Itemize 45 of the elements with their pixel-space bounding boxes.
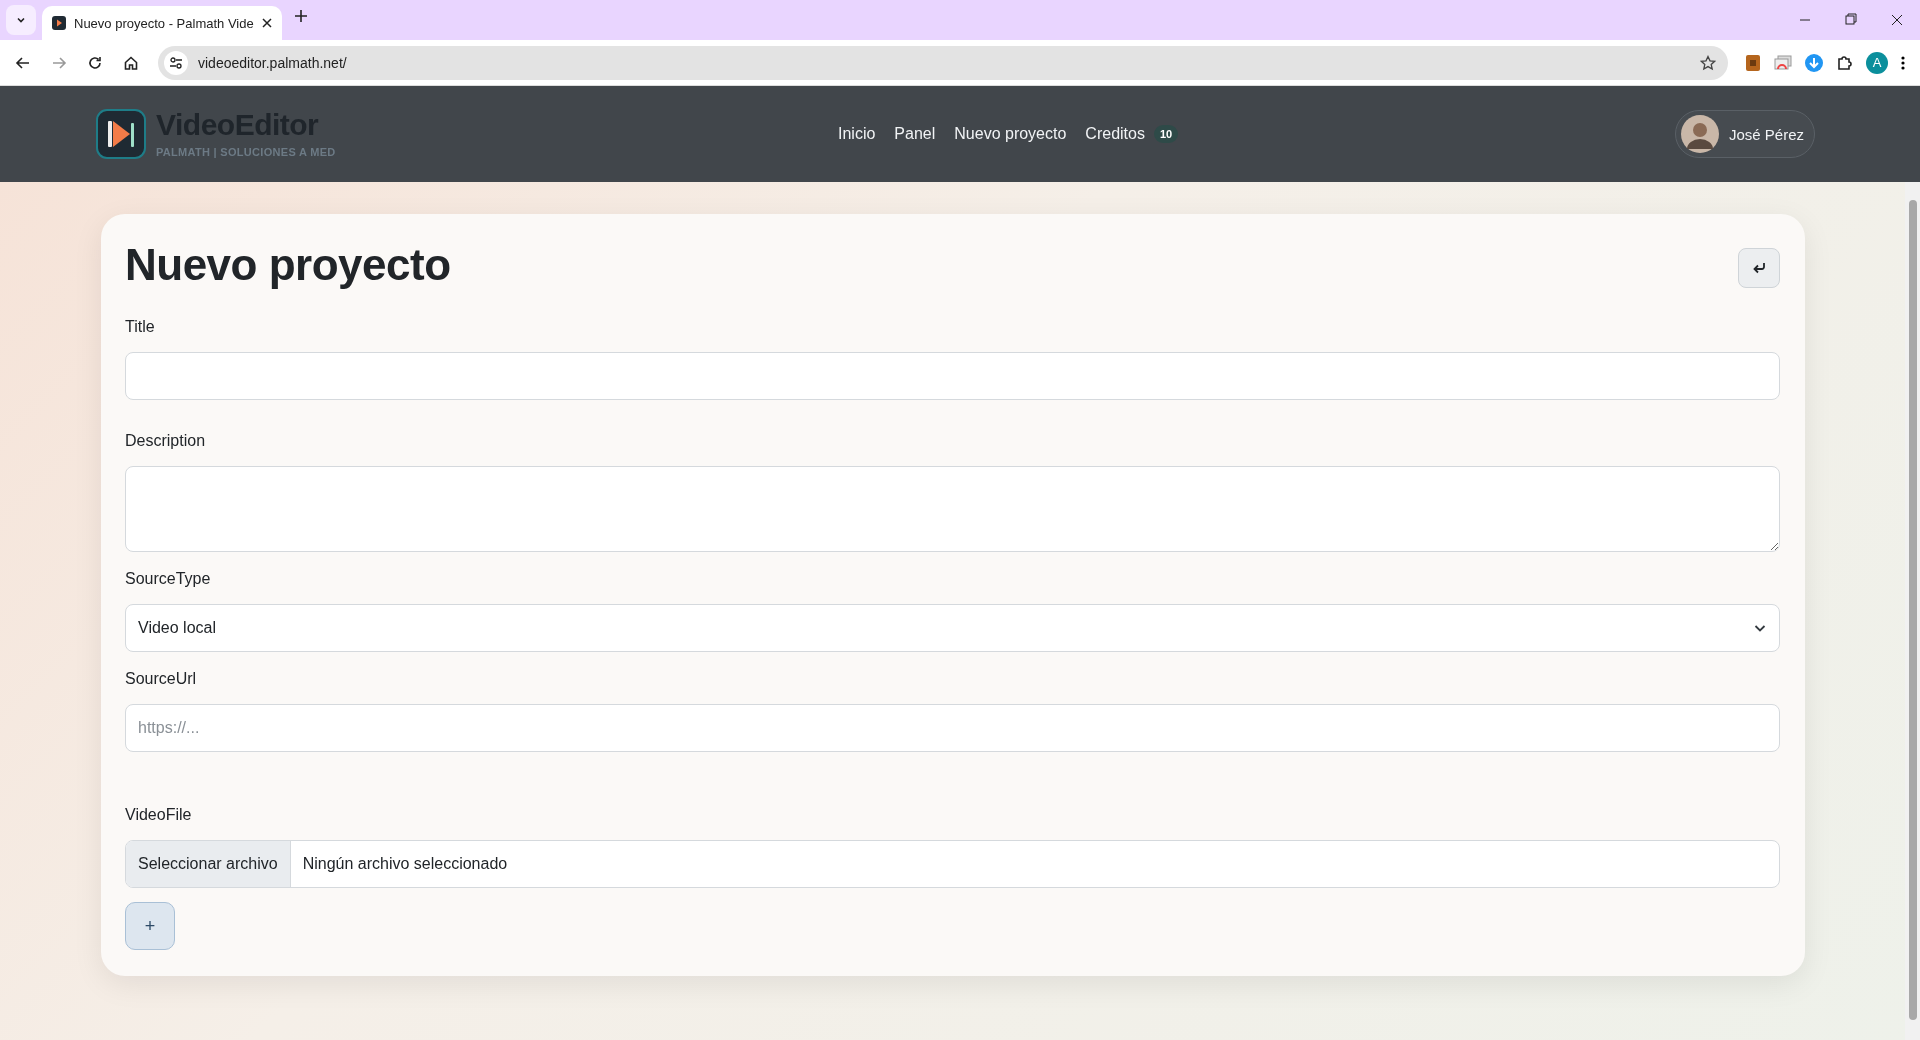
user-menu[interactable]: José Pérez bbox=[1674, 110, 1815, 158]
choose-file-button[interactable]: Seleccionar archivo bbox=[126, 841, 291, 887]
reload-icon[interactable] bbox=[87, 54, 103, 71]
profile-avatar[interactable]: A bbox=[1866, 51, 1888, 74]
brand-tagline: PALMATH | SOLUCIONES A MED bbox=[156, 146, 336, 158]
star-icon[interactable] bbox=[1700, 54, 1716, 71]
field-label: Title bbox=[125, 318, 156, 336]
field-label: Description bbox=[125, 432, 207, 450]
download-icon[interactable] bbox=[1804, 52, 1824, 73]
field-label: SourceUrl bbox=[125, 670, 198, 688]
textarea-field[interactable] bbox=[125, 466, 1780, 552]
file-status: Ningún archivo seleccionado bbox=[301, 854, 509, 874]
field-label: SourceType bbox=[125, 570, 212, 588]
user-name: José Pérez bbox=[1728, 125, 1804, 143]
nav-link[interactable]: Nuevo proyecto bbox=[954, 125, 1067, 143]
text-field[interactable] bbox=[125, 352, 1780, 400]
nav-link[interactable]: Creditos bbox=[1085, 125, 1145, 143]
favicon-icon bbox=[52, 16, 66, 30]
back-button[interactable] bbox=[1738, 248, 1780, 288]
logo-icon bbox=[96, 109, 146, 159]
browser-tab[interactable]: Nuevo proyecto - Palmath Vide bbox=[42, 6, 282, 40]
book-extension-icon[interactable] bbox=[1744, 53, 1762, 72]
site-settings-icon[interactable] bbox=[169, 55, 183, 70]
new-tab-icon[interactable] bbox=[293, 9, 308, 23]
forward-icon[interactable] bbox=[51, 54, 67, 71]
nav-link[interactable]: Inicio bbox=[838, 125, 876, 143]
select-field[interactable]: Video local bbox=[125, 604, 1780, 652]
tab-title: Nuevo proyecto - Palmath Vide bbox=[74, 15, 254, 31]
field-label: VideoFile bbox=[125, 806, 193, 824]
back-icon[interactable] bbox=[15, 54, 31, 71]
home-icon[interactable] bbox=[123, 54, 139, 71]
page-title: Nuevo proyecto bbox=[125, 240, 451, 290]
address-bar[interactable]: videoeditor.palmath.net/ bbox=[158, 45, 1728, 80]
close-tab-icon[interactable] bbox=[261, 18, 272, 28]
file-input[interactable]: Seleccionar archivo Ningún archivo seleccionado bbox=[125, 840, 1780, 888]
avatar bbox=[1680, 115, 1719, 153]
nav-link[interactable]: Panel bbox=[894, 125, 936, 143]
cast-extension-icon[interactable] bbox=[1774, 53, 1792, 72]
add-button[interactable]: + bbox=[125, 902, 175, 950]
url-text: videoeditor.palmath.net/ bbox=[198, 54, 348, 71]
url-field[interactable]: https://... bbox=[125, 704, 1780, 752]
puzzle-icon[interactable] bbox=[1836, 53, 1854, 72]
credits-badge: 10 bbox=[1153, 125, 1179, 143]
menu-icon[interactable] bbox=[1900, 54, 1906, 71]
return-icon bbox=[1752, 262, 1766, 274]
